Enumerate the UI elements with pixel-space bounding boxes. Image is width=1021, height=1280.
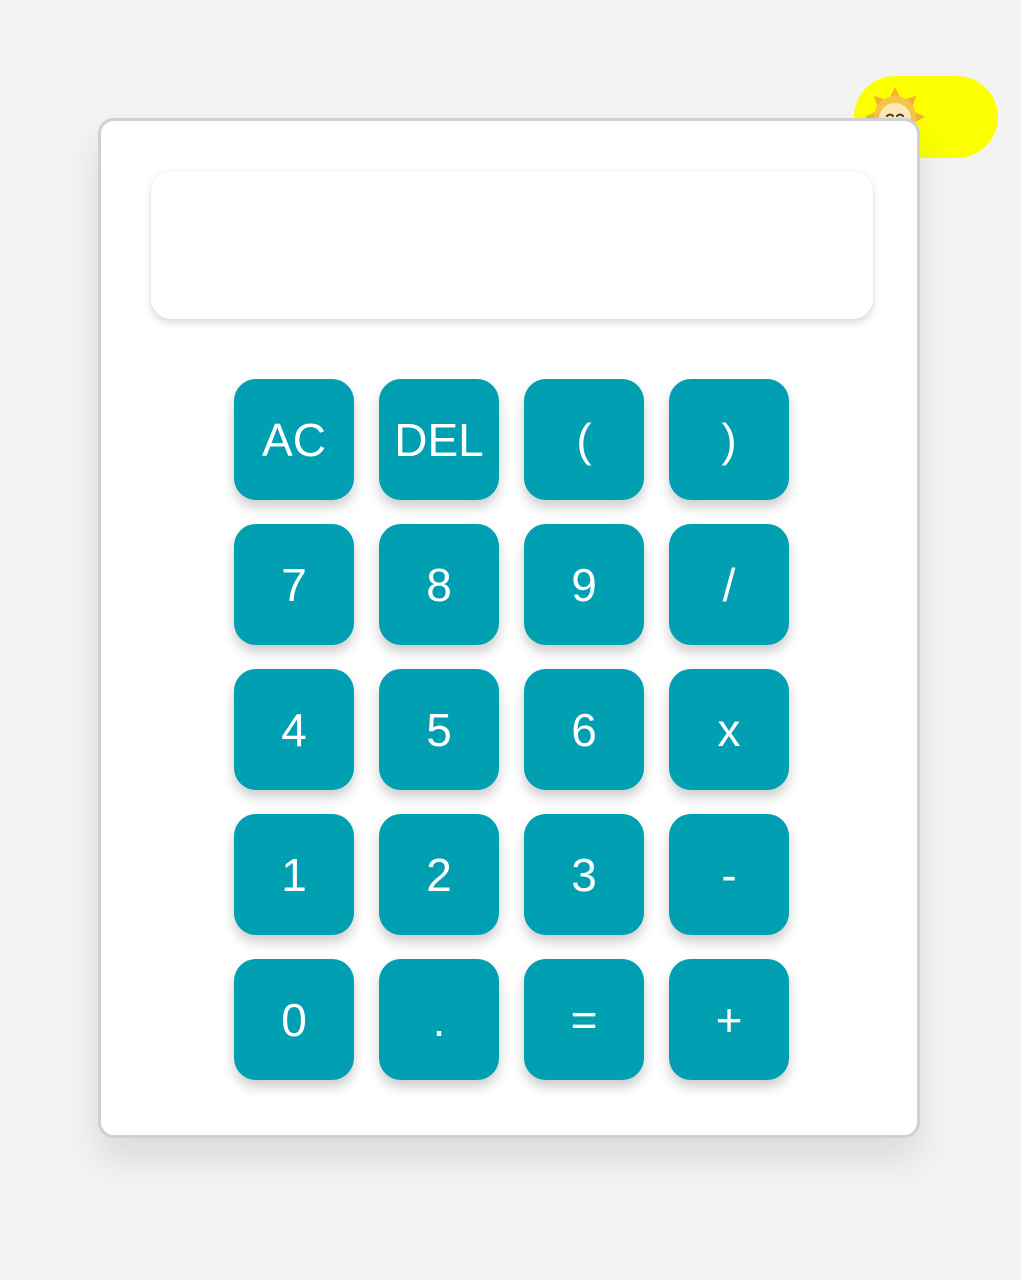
digit-4-button[interactable]: 4: [234, 669, 354, 790]
subtract-button[interactable]: -: [669, 814, 789, 935]
calculator-display: [151, 171, 873, 319]
digit-5-button[interactable]: 5: [379, 669, 499, 790]
decimal-point-button[interactable]: .: [379, 959, 499, 1080]
digit-2-button[interactable]: 2: [379, 814, 499, 935]
digit-7-button[interactable]: 7: [234, 524, 354, 645]
digit-8-button[interactable]: 8: [379, 524, 499, 645]
digit-1-button[interactable]: 1: [234, 814, 354, 935]
open-parenthesis-button[interactable]: (: [524, 379, 644, 500]
digit-0-button[interactable]: 0: [234, 959, 354, 1080]
keypad: AC DEL ( ) 7 8 9 / 4 5 6 x 1 2 3 - 0 . =…: [234, 379, 789, 1080]
divide-button[interactable]: /: [669, 524, 789, 645]
digit-6-button[interactable]: 6: [524, 669, 644, 790]
close-parenthesis-button[interactable]: ): [669, 379, 789, 500]
digit-9-button[interactable]: 9: [524, 524, 644, 645]
all-clear-button[interactable]: AC: [234, 379, 354, 500]
add-button[interactable]: +: [669, 959, 789, 1080]
multiply-button[interactable]: x: [669, 669, 789, 790]
calculator: AC DEL ( ) 7 8 9 / 4 5 6 x 1 2 3 - 0 . =…: [98, 118, 920, 1138]
delete-button[interactable]: DEL: [379, 379, 499, 500]
digit-3-button[interactable]: 3: [524, 814, 644, 935]
equals-button[interactable]: =: [524, 959, 644, 1080]
